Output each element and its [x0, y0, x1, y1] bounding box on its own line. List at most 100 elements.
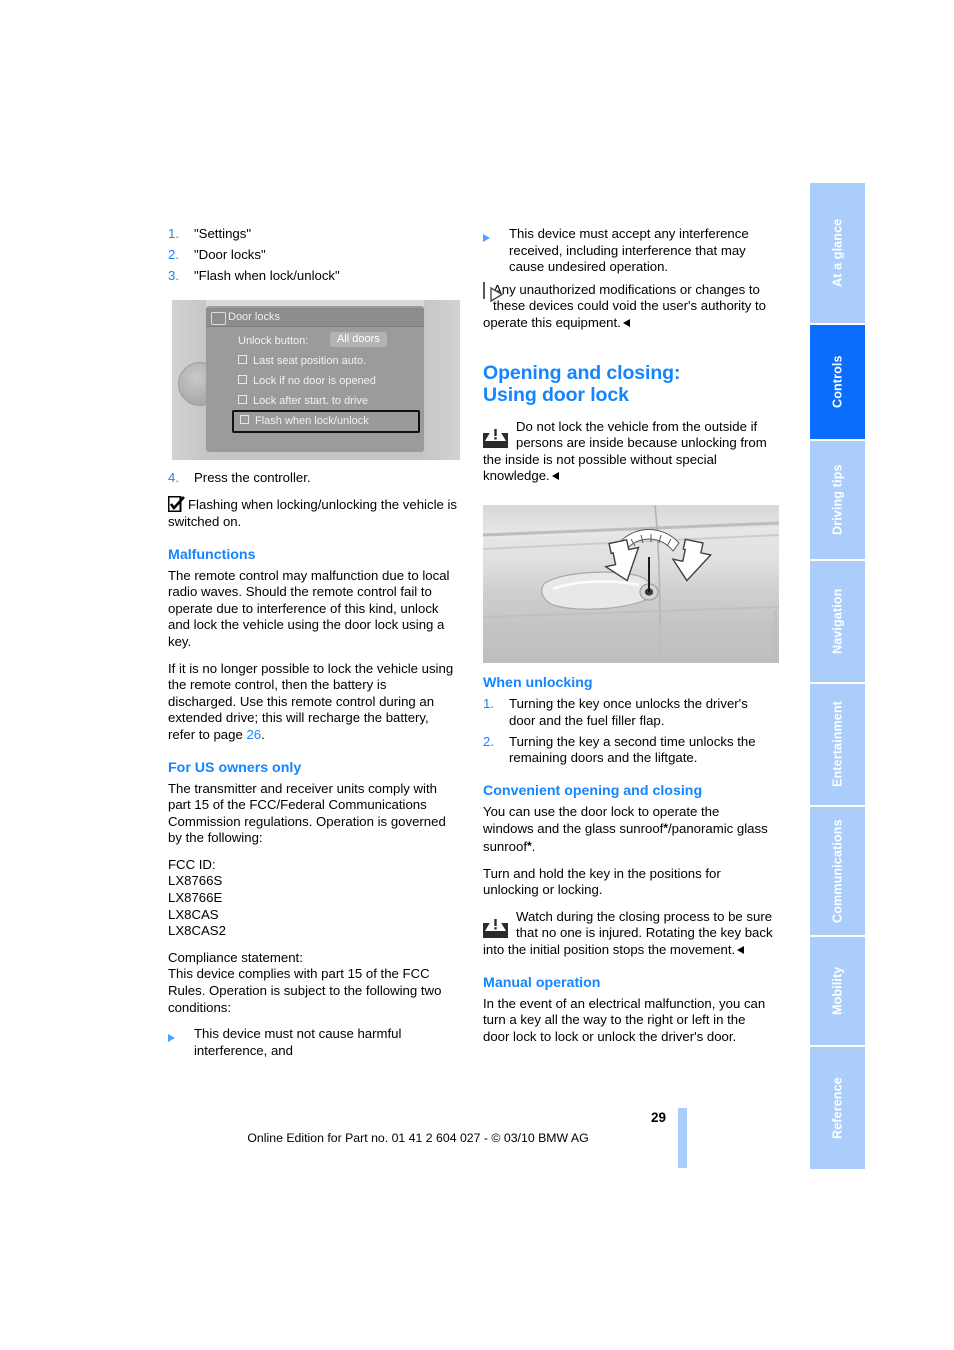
- step-text: "Flash when lock/unlock": [194, 268, 340, 284]
- step-number: 2.: [168, 247, 179, 263]
- page-number: 29: [650, 1110, 666, 1125]
- heading-us-owners: For US owners only: [168, 759, 302, 776]
- list-item: 1. Turning the key once unlocks the driv…: [483, 696, 773, 729]
- heading-convenient-opening: Convenient opening and closing: [483, 782, 703, 799]
- manual-operation-para: In the event of an electrical malfunctio…: [483, 995, 766, 1044]
- warning-triangle-icon: [483, 420, 508, 450]
- tab-label: Reference: [830, 1077, 845, 1139]
- figure-bezel-right: [424, 300, 460, 460]
- footer-accent-bar: [678, 1108, 687, 1168]
- list-item: 2. "Door locks": [168, 247, 458, 264]
- step-text: Turning the key a second time unlocks th…: [509, 733, 756, 766]
- condition-text: This device must accept any interference…: [509, 226, 749, 275]
- door-locks-icon: [211, 312, 226, 325]
- tab-label: Mobility: [830, 966, 845, 1016]
- step-text: "Settings": [194, 226, 252, 241]
- triangle-bullet-icon: [483, 226, 509, 276]
- compliance-label: Compliance statement:: [168, 949, 303, 965]
- idrive-screen: Door locks Unlock button: All doors Last…: [206, 306, 424, 452]
- step-number: 4.: [168, 469, 179, 485]
- end-of-note-marker: [622, 318, 630, 327]
- checkbox-checked-icon: [167, 495, 185, 513]
- step-number: 3.: [168, 268, 179, 284]
- sidebar-item-at-a-glance[interactable]: At a glance: [810, 183, 865, 323]
- idrive-option-row[interactable]: Lock after start. to drive: [238, 394, 368, 408]
- checkbox-icon[interactable]: [238, 395, 247, 404]
- step-number: 2.: [483, 733, 494, 749]
- idrive-option-row[interactable]: Last seat position auto.: [238, 354, 366, 368]
- step-number: 1.: [483, 695, 494, 711]
- condition-item-1: This device must not cause harmful inter…: [168, 1026, 458, 1059]
- end-of-note-marker: [737, 945, 745, 954]
- step-number: 1.: [168, 226, 179, 241]
- idrive-option-label: Lock after start. to drive: [253, 395, 368, 407]
- list-item: 3. "Flash when lock/unlock": [168, 268, 458, 285]
- sidebar-item-reference[interactable]: Reference: [810, 1047, 865, 1169]
- note-flashing-text: Flashing when locking/unlocking the vehi…: [168, 497, 458, 529]
- tab-label: Communications: [830, 819, 845, 923]
- warning-closing-text: Watch during the closing process to be s…: [483, 908, 773, 957]
- page-title-line-2: Using door lock: [483, 384, 629, 407]
- end-of-note-marker: [551, 472, 559, 481]
- page-title-line-1: Opening and closing:: [483, 361, 681, 384]
- malfunctions-para-2: If it is no longer possible to lock the …: [168, 661, 458, 744]
- note-triangle-icon: [483, 281, 504, 303]
- idrive-unlock-button-value[interactable]: All doors: [330, 332, 387, 347]
- convenient-para-2: Turn and hold the key in the positions f…: [483, 865, 721, 898]
- tab-label: At a glance: [830, 218, 845, 288]
- triangle-bullet-icon: [168, 1026, 194, 1059]
- malfunctions-para-2-b: .: [261, 726, 265, 742]
- checkbox-icon[interactable]: [240, 415, 249, 424]
- idrive-option-label: Last seat position auto.: [253, 355, 367, 367]
- figure-idrive-door-locks: Door locks Unlock button: All doors Last…: [172, 300, 460, 460]
- idrive-title-text: Door locks: [228, 311, 280, 323]
- sidebar-item-mobility[interactable]: Mobility: [810, 937, 865, 1045]
- heading-when-unlocking: When unlocking: [483, 674, 593, 691]
- heading-malfunctions: Malfunctions: [168, 546, 256, 563]
- checkbox-icon[interactable]: [238, 375, 247, 384]
- fcc-id-label: FCC ID:: [168, 856, 216, 872]
- compliance-block: Compliance statement: This device compli…: [168, 950, 458, 1016]
- condition-text: This device must not cause harmful inter…: [194, 1026, 402, 1058]
- condition-item-2: This device must accept any interference…: [483, 226, 773, 276]
- fcc-id-value: LX8CAS: [168, 906, 219, 922]
- convenient-para-1: You can use the door lock to operate the…: [483, 804, 773, 856]
- sidebar-item-driving-tips[interactable]: Driving tips: [810, 441, 865, 559]
- tab-label: Controls: [830, 355, 845, 409]
- fcc-id-value: LX8766E: [168, 890, 223, 906]
- warning-closing-process: Watch during the closing process to be s…: [483, 909, 773, 959]
- warning-do-not-lock-text: Do not lock the vehicle from the outside…: [483, 418, 767, 484]
- checkbox-icon[interactable]: [238, 355, 247, 364]
- when-unlocking-steps: 1. Turning the key once unlocks the driv…: [483, 696, 773, 767]
- manual-page: 1. "Settings" 2. "Door locks" 3. "Flash …: [0, 0, 954, 1350]
- idrive-option-label: Lock if no door is opened: [253, 375, 376, 387]
- list-item: 1. "Settings": [168, 226, 458, 243]
- step-text: "Door locks": [194, 247, 266, 263]
- us-owners-para-1: The transmitter and receiver units compl…: [168, 780, 446, 846]
- idrive-unlock-button-label: Unlock button:: [238, 335, 309, 347]
- list-item: 2. Turning the key a second time unlocks…: [483, 734, 773, 767]
- sidebar-item-entertainment[interactable]: Entertainment: [810, 684, 865, 805]
- convenient-para-1-c: .: [531, 839, 536, 854]
- sidebar-item-navigation[interactable]: Navigation: [810, 561, 865, 682]
- malfunctions-para-2-a: If it is no longer possible to lock the …: [168, 660, 454, 742]
- idrive-option-row-highlighted[interactable]: Flash when lock/unlock: [232, 410, 420, 433]
- warning-triangle-icon: [483, 910, 508, 940]
- page-reference-link[interactable]: 26: [246, 727, 261, 742]
- tab-label: Driving tips: [830, 464, 845, 536]
- sidebar-item-communications[interactable]: Communications: [810, 807, 865, 935]
- sidebar-item-controls[interactable]: Controls: [810, 325, 865, 439]
- fcc-id-block: FCC ID: LX8766S LX8766E LX8CAS LX8CAS2: [168, 857, 458, 940]
- tab-label: Entertainment: [830, 701, 845, 788]
- footer-text: Online Edition for Part no. 01 41 2 604 …: [247, 1131, 589, 1145]
- note-modifications: Any unauthorized modifications or change…: [483, 281, 773, 332]
- malfunctions-para-1: The remote control may malfunction due t…: [168, 567, 450, 649]
- figure-watermark: WKS1IX010001: [771, 609, 777, 658]
- compliance-text: This device complies with part 15 of the…: [168, 966, 442, 1015]
- idrive-title-bar: Door locks: [206, 308, 424, 327]
- steps-list-top: 1. "Settings" 2. "Door locks" 3. "Flash …: [168, 226, 458, 285]
- fcc-id-value: LX8CAS2: [168, 923, 226, 939]
- step-text: Press the controller.: [194, 469, 311, 485]
- idrive-option-row[interactable]: Lock if no door is opened: [238, 374, 376, 388]
- idrive-option-row: Flash when lock/unlock: [240, 414, 369, 428]
